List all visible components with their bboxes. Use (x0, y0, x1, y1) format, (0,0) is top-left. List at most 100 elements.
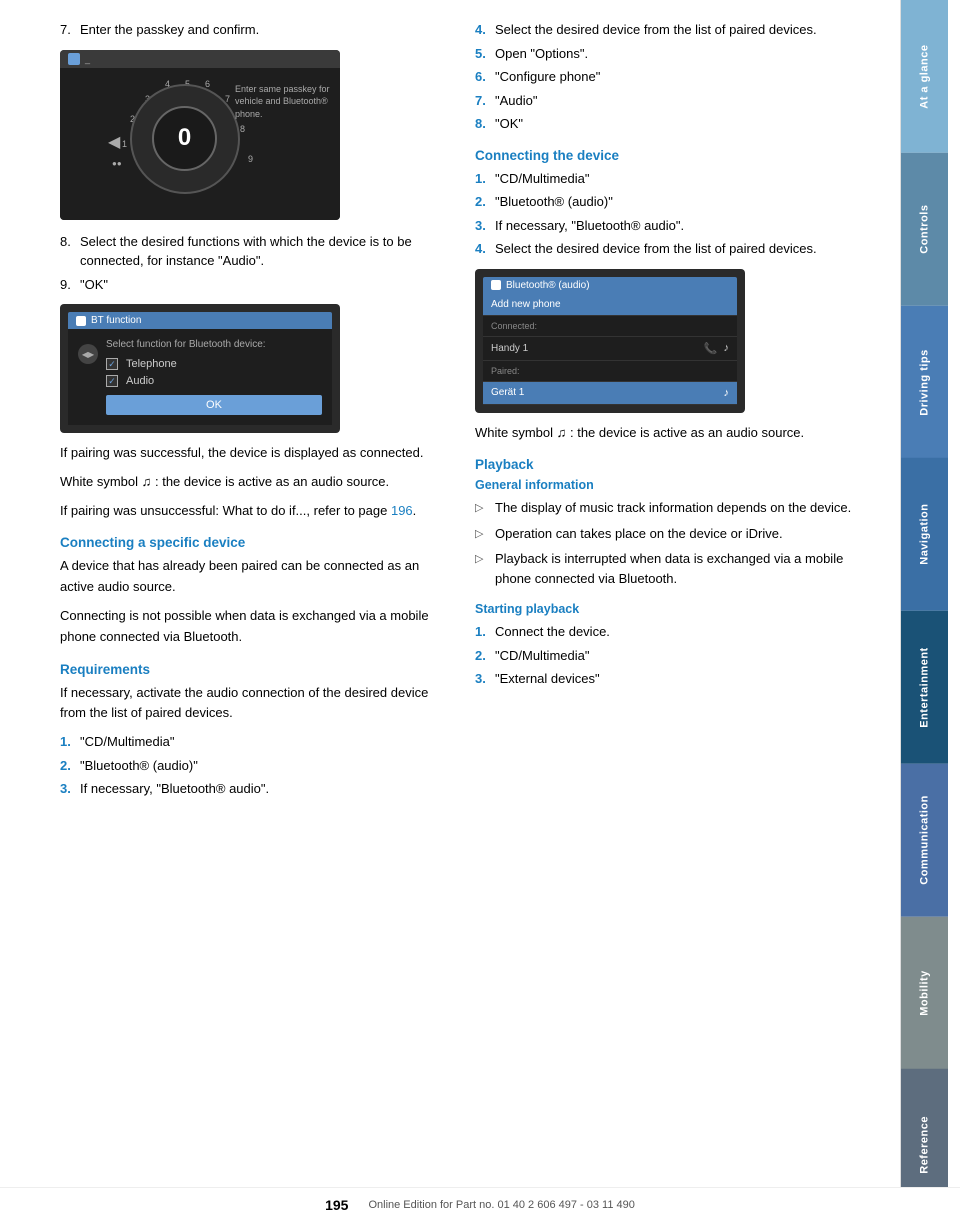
bt-title-bar: BT function (68, 312, 332, 329)
cd-step-4: 4. Select the desired device from the li… (475, 239, 870, 259)
cd-step-2-text: "Bluetooth® (audio)" (495, 192, 870, 212)
handy1-row: Handy 1 📞 ♪ (483, 337, 737, 361)
cd-step-2-num: 2. (475, 192, 495, 212)
gerat1-text: Gerät 1 (491, 387, 524, 398)
white-symbol-1: White symbol ♫ : the device is active as… (60, 472, 455, 493)
right-step-4: 4. Select the desired device from the li… (475, 20, 870, 40)
bt2-title: Bluetooth® (audio) (483, 277, 737, 294)
two-column-layout: 7. Enter the passkey and confirm. _ 4 5 … (60, 20, 870, 803)
device-screen-1: _ 4 5 6 3 7 2 8 1 9 (60, 50, 340, 220)
bt-ok-button[interactable]: OK (106, 395, 322, 415)
gerat1-row: Gerät 1 ♪ (483, 382, 737, 405)
center-dial: 0 (152, 106, 217, 171)
phone-icon: 📞 (704, 342, 718, 355)
starting-playback-heading: Starting playback (475, 602, 870, 616)
right-step-8: 8. "OK" (475, 114, 870, 134)
right-step-4-num: 4. (475, 20, 495, 40)
telephone-label: Telephone (126, 358, 177, 370)
page-footer: 195 Online Edition for Part no. 01 40 2 … (0, 1187, 960, 1222)
sp-step-1: 1. Connect the device. (475, 622, 870, 642)
cd-step-1: 1. "CD/Multimedia" (475, 169, 870, 189)
handy1-icons: 📞 ♪ (704, 342, 729, 355)
bullet-2: ▷ Operation can takes place on the devic… (475, 524, 870, 544)
bt-nav: ◀▶ (78, 344, 98, 366)
bullet-arrow-1: ▷ (475, 500, 487, 518)
sidebar-tab-entertainment[interactable]: Entertainment (901, 611, 948, 764)
req-step-3: 3. If necessary, "Bluetooth® audio". (60, 779, 455, 799)
right-step-5-num: 5. (475, 44, 495, 64)
device-header: _ (60, 50, 340, 68)
left-column: 7. Enter the passkey and confirm. _ 4 5 … (60, 20, 455, 803)
bullet-2-text: Operation can takes place on the device … (495, 524, 783, 544)
bullet-3: ▷ Playback is interrupted when data is e… (475, 549, 870, 588)
bt-logo-icon (76, 316, 86, 326)
bullet-1: ▷ The display of music track information… (475, 498, 870, 518)
step-7-text: Enter the passkey and confirm. (80, 20, 455, 40)
req-step-3-num: 3. (60, 779, 80, 799)
white-symbol-2: White symbol ♫ : the device is active as… (475, 423, 870, 444)
add-new-phone-row: Add new phone (483, 294, 737, 316)
step-8: 8. Select the desired functions with whi… (60, 232, 455, 271)
sp-step-3-text: "External devices" (495, 669, 870, 689)
sp-step-2-num: 2. (475, 646, 495, 666)
step-7: 7. Enter the passkey and confirm. (60, 20, 455, 40)
sidebar-tab-communication[interactable]: Communication (901, 764, 948, 917)
req-step-1: 1. "CD/Multimedia" (60, 732, 455, 752)
sp-step-3-num: 3. (475, 669, 495, 689)
bt-select-label: Select function for Bluetooth device: (106, 339, 322, 350)
bullet-1-text: The display of music track information d… (495, 498, 851, 518)
right-step-6-num: 6. (475, 67, 495, 87)
right-column: 4. Select the desired device from the li… (475, 20, 870, 803)
sidebar-tab-at-a-glance[interactable]: At a glance (901, 0, 948, 153)
pairing-success: If pairing was successful, the device is… (60, 443, 455, 464)
cd-step-4-num: 4. (475, 239, 495, 259)
sidebar-tab-controls[interactable]: Controls (901, 153, 948, 306)
paired-label: Paired: (491, 366, 520, 376)
cd-step-1-text: "CD/Multimedia" (495, 169, 870, 189)
step-8-text: Select the desired functions with which … (80, 232, 455, 271)
main-content: 7. Enter the passkey and confirm. _ 4 5 … (0, 0, 900, 1222)
right-step-6-text: "Configure phone" (495, 67, 870, 87)
right-step-7: 7. "Audio" (475, 91, 870, 111)
req-step-1-num: 1. (60, 732, 80, 752)
bt-inner: ◀▶ Select function for Bluetooth device:… (78, 339, 322, 415)
cd-step-2: 2. "Bluetooth® (audio)" (475, 192, 870, 212)
connecting-specific-heading: Connecting a specific device (60, 535, 455, 550)
sidebar-tab-navigation[interactable]: Navigation (901, 458, 948, 611)
cd-step-3: 3. If necessary, "Bluetooth® audio". (475, 216, 870, 236)
telephone-checkbox (106, 358, 118, 370)
sidebar-tab-driving-tips[interactable]: Driving tips (901, 306, 948, 459)
connecting-body-2: Connecting is not possible when data is … (60, 606, 455, 648)
device-screen-inner: 4 5 6 3 7 2 8 1 9 0 ◀ (60, 68, 340, 220)
audio-checkbox (106, 375, 118, 387)
music-icon: ♪ (724, 342, 730, 355)
bt-options-area: Select function for Bluetooth device: Te… (106, 339, 322, 415)
step-9: 9. "OK" (60, 275, 455, 295)
step-9-num: 9. (60, 275, 80, 295)
right-step-8-num: 8. (475, 114, 495, 134)
sp-step-1-num: 1. (475, 622, 495, 642)
page-number: 195 (325, 1197, 348, 1213)
num-1: 1 (122, 139, 127, 149)
right-step-7-text: "Audio" (495, 91, 870, 111)
bt2-icon (491, 280, 501, 290)
page-196-link[interactable]: 196 (391, 503, 413, 518)
paired-label-row: Paired: (483, 361, 737, 382)
cd-step-3-text: If necessary, "Bluetooth® audio". (495, 216, 870, 236)
right-step-7-num: 7. (475, 91, 495, 111)
connected-label: Connected: (491, 321, 537, 331)
bt-function-screen: BT function ◀▶ Select function for Bluet… (60, 304, 340, 433)
nav-circle: ◀▶ (78, 344, 98, 364)
cd-step-1-num: 1. (475, 169, 495, 189)
sidebar-tab-mobility[interactable]: Mobility (901, 917, 948, 1070)
add-new-text: Add new phone (491, 299, 561, 310)
step-9-text: "OK" (80, 275, 455, 295)
requirements-heading: Requirements (60, 662, 455, 677)
sp-step-2: 2. "CD/Multimedia" (475, 646, 870, 666)
general-info-heading: General information (475, 478, 870, 492)
bullet-3-text: Playback is interrupted when data is exc… (495, 549, 870, 588)
passkey-instructions: Enter same passkey for vehicle and Bluet… (235, 83, 330, 121)
playback-heading: Playback (475, 457, 870, 472)
nav-dot: ●● (112, 159, 122, 168)
sidebar: At a glance Controls Driving tips Naviga… (900, 0, 948, 1222)
